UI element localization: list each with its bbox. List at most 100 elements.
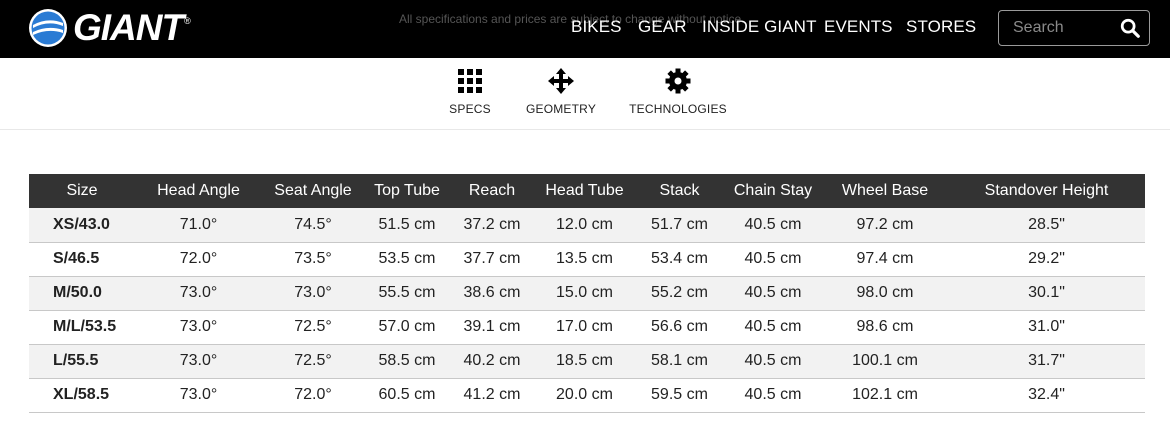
table-cell: 18.5 cm <box>534 344 635 379</box>
table-header-row: Size Head Angle Seat Angle Top Tube Reac… <box>29 174 1145 208</box>
table-cell: 73.0° <box>135 276 262 311</box>
table-cell: 71.0° <box>135 208 262 243</box>
search-icon[interactable] <box>1119 17 1141 39</box>
size-cell: L/55.5 <box>29 344 135 379</box>
registered-mark: ® <box>184 16 191 26</box>
geometry-table: Size Head Angle Seat Angle Top Tube Reac… <box>29 174 1145 413</box>
table-cell: 39.1 cm <box>450 310 534 345</box>
giant-logo[interactable]: GIANT ® <box>28 8 191 48</box>
tab-specs[interactable]: SPECS <box>449 58 491 130</box>
table-row: M/L/53.5 73.0° 72.5° 57.0 cm 39.1 cm 17.0 cm 5… <box>29 310 1145 345</box>
column-header: Wheel Base <box>822 174 948 208</box>
table-cell: 72.5° <box>262 344 364 379</box>
nav-events[interactable]: EVENTS <box>824 17 893 37</box>
size-cell: XS/43.0 <box>29 208 135 243</box>
table-cell: 15.0 cm <box>534 276 635 311</box>
table-cell: 97.2 cm <box>822 208 948 243</box>
table-cell: 31.7" <box>948 344 1145 379</box>
size-cell: S/46.5 <box>29 242 135 277</box>
tab-specs-label: SPECS <box>449 102 491 116</box>
tab-technologies[interactable]: TECHNOLOGIES <box>629 58 727 130</box>
product-subnav: SPECS GEOMETRY TECHNOLOGIES <box>0 58 1170 130</box>
table-cell: 73.0° <box>135 378 262 413</box>
column-header: Standover Height <box>948 174 1145 208</box>
giant-globe-icon <box>29 9 67 47</box>
table-cell: 13.5 cm <box>534 242 635 277</box>
table-cell: 55.2 cm <box>635 276 724 311</box>
table-cell: 29.2" <box>948 242 1145 277</box>
gear-icon <box>665 68 691 94</box>
table-cell: 40.5 cm <box>724 378 822 413</box>
search-input[interactable] <box>999 11 1111 45</box>
table-cell: 55.5 cm <box>364 276 450 311</box>
table-cell: 72.0° <box>135 242 262 277</box>
nav-inside-giant[interactable]: INSIDE GIANT <box>702 17 817 37</box>
table-cell: 30.1" <box>948 276 1145 311</box>
table-cell: 40.5 cm <box>724 344 822 379</box>
table-cell: 41.2 cm <box>450 378 534 413</box>
table-cell: 12.0 cm <box>534 208 635 243</box>
table-cell: 40.5 cm <box>724 208 822 243</box>
table-cell: 31.0" <box>948 310 1145 345</box>
table-cell: 73.0° <box>135 344 262 379</box>
tab-geometry-label: GEOMETRY <box>525 102 597 116</box>
table-cell: 59.5 cm <box>635 378 724 413</box>
column-header: Seat Angle <box>262 174 364 208</box>
table-cell: 58.5 cm <box>364 344 450 379</box>
table-cell: 98.0 cm <box>822 276 948 311</box>
column-header: Head Angle <box>135 174 262 208</box>
table-cell: 72.5° <box>262 310 364 345</box>
nav-gear[interactable]: GEAR <box>638 17 687 37</box>
table-cell: 53.4 cm <box>635 242 724 277</box>
size-cell: XL/58.5 <box>29 378 135 413</box>
size-cell: M/L/53.5 <box>29 310 135 345</box>
table-cell: 38.6 cm <box>450 276 534 311</box>
table-row: M/50.0 73.0° 73.0° 55.5 cm 38.6 cm 15.0 cm 55.… <box>29 276 1145 311</box>
table-cell: 74.5° <box>262 208 364 243</box>
table-cell: 56.6 cm <box>635 310 724 345</box>
table-row: S/46.5 72.0° 73.5° 53.5 cm 37.7 cm 13.5 cm 53.… <box>29 242 1145 277</box>
table-cell: 73.0° <box>262 276 364 311</box>
table-row: XS/43.0 71.0° 74.5° 51.5 cm 37.2 cm 12.0 cm 51… <box>29 208 1145 243</box>
table-cell: 37.2 cm <box>450 208 534 243</box>
tab-technologies-label: TECHNOLOGIES <box>629 102 727 116</box>
column-header: Chain Stay <box>724 174 822 208</box>
table-cell: 98.6 cm <box>822 310 948 345</box>
table-row: L/55.5 73.0° 72.5° 58.5 cm 40.2 cm 18.5 cm 58.… <box>29 344 1145 379</box>
column-header: Stack <box>635 174 724 208</box>
table-cell: 58.1 cm <box>635 344 724 379</box>
table-cell: 73.0° <box>135 310 262 345</box>
table-row: XL/58.5 73.0° 72.0° 60.5 cm 41.2 cm 20.0 cm 59… <box>29 378 1145 413</box>
table-cell: 53.5 cm <box>364 242 450 277</box>
brand-name: GIANT <box>73 7 184 48</box>
table-cell: 100.1 cm <box>822 344 948 379</box>
column-header: Size <box>29 174 135 208</box>
table-cell: 28.5" <box>948 208 1145 243</box>
search-box <box>998 10 1150 46</box>
nav-stores[interactable]: STORES <box>906 17 976 37</box>
table-cell: 60.5 cm <box>364 378 450 413</box>
table-cell: 40.5 cm <box>724 276 822 311</box>
column-header: Top Tube <box>364 174 450 208</box>
table-cell: 32.4" <box>948 378 1145 413</box>
table-cell: 51.7 cm <box>635 208 724 243</box>
table-cell: 73.5° <box>262 242 364 277</box>
table-cell: 40.2 cm <box>450 344 534 379</box>
table-cell: 20.0 cm <box>534 378 635 413</box>
table-cell: 72.0° <box>262 378 364 413</box>
move-arrows-icon <box>548 68 574 94</box>
nav-bikes[interactable]: BIKES <box>571 17 622 37</box>
table-cell: 40.5 cm <box>724 310 822 345</box>
table-cell: 51.5 cm <box>364 208 450 243</box>
table-cell: 17.0 cm <box>534 310 635 345</box>
column-header: Head Tube <box>534 174 635 208</box>
size-cell: M/50.0 <box>29 276 135 311</box>
site-header: GIANT ® All specifications and prices ar… <box>0 0 1170 58</box>
table-cell: 97.4 cm <box>822 242 948 277</box>
column-header: Reach <box>450 174 534 208</box>
grid-icon <box>458 69 482 93</box>
table-cell: 40.5 cm <box>724 242 822 277</box>
table-body: XS/43.0 71.0° 74.5° 51.5 cm 37.2 cm 12.0 cm 51… <box>29 208 1145 413</box>
table-cell: 37.7 cm <box>450 242 534 277</box>
tab-geometry[interactable]: GEOMETRY <box>525 58 597 130</box>
